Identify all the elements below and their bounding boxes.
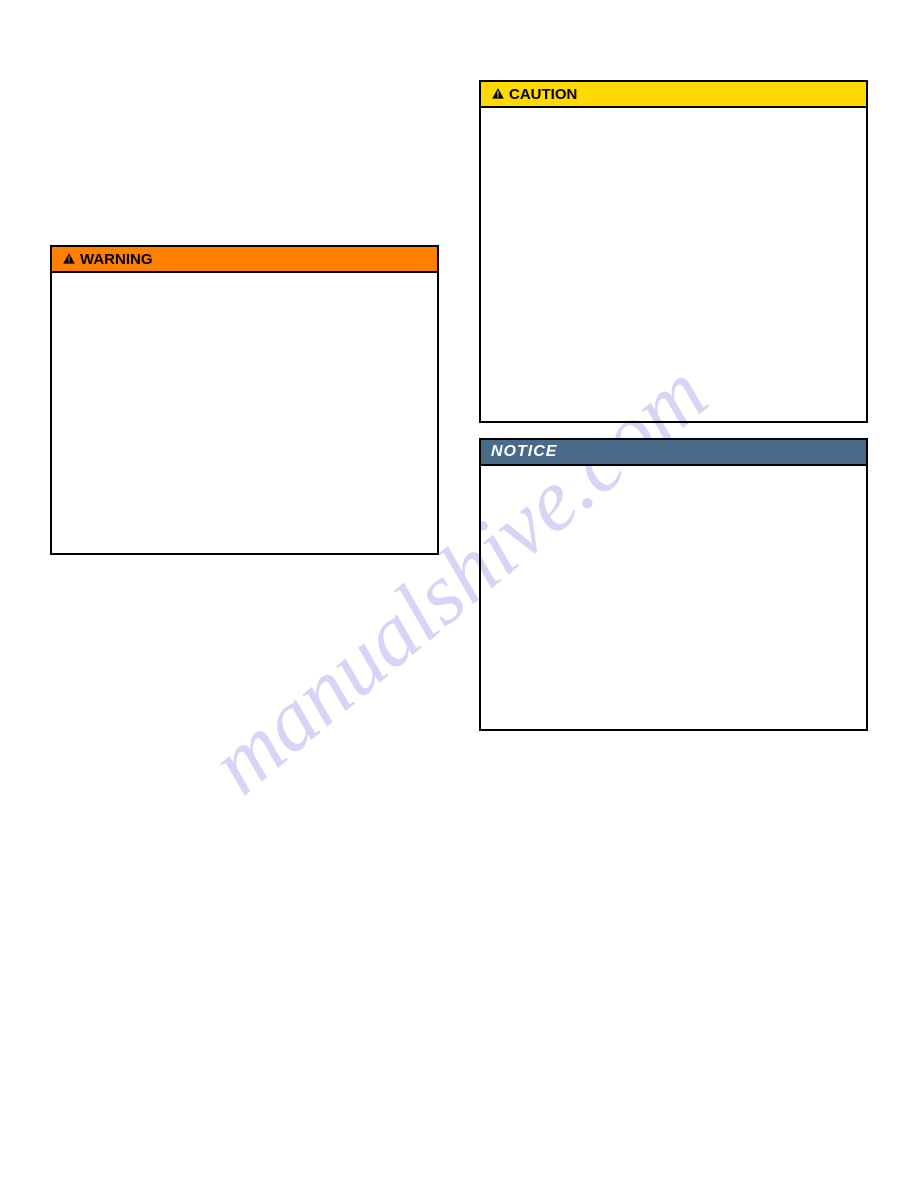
warning-box: WARNING: [50, 245, 439, 555]
caution-box: CAUTION: [479, 80, 868, 423]
notice-body: [481, 466, 866, 729]
warning-body: [52, 273, 437, 553]
warning-label: WARNING: [80, 251, 153, 268]
content-columns: WARNING CAUTION: [50, 80, 868, 746]
caution-body: [481, 108, 866, 421]
notice-box: NOTICE: [479, 438, 868, 731]
manual-page: manualshive.com WARNING: [0, 0, 918, 1188]
caution-label: CAUTION: [509, 86, 577, 103]
left-column: WARNING: [50, 80, 439, 746]
notice-label: NOTICE: [491, 443, 557, 461]
notice-header: NOTICE: [481, 440, 866, 466]
right-column: CAUTION NOTICE: [479, 80, 868, 746]
warning-header: WARNING: [52, 247, 437, 273]
alert-triangle-icon: [62, 252, 76, 266]
alert-triangle-icon: [491, 87, 505, 101]
caution-header: CAUTION: [481, 82, 866, 108]
